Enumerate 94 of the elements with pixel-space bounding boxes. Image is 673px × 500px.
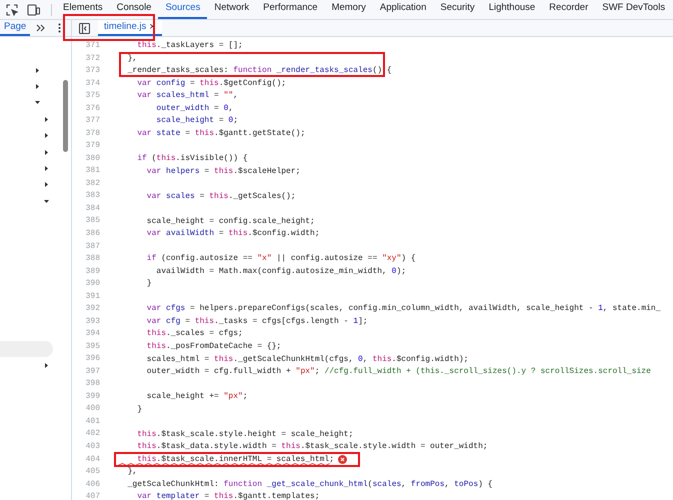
caret-down-icon[interactable]: [35, 100, 40, 106]
error-icon[interactable]: [338, 455, 348, 464]
line-number: 378: [84, 128, 100, 140]
line-number: 379: [84, 140, 100, 152]
panel-tab[interactable]: Security: [433, 0, 482, 19]
inspect-icon[interactable]: [6, 4, 18, 16]
line-number: 377: [84, 115, 100, 128]
caret-right-icon[interactable]: [35, 84, 40, 90]
line-number: 406: [84, 478, 100, 491]
caret-right-icon[interactable]: [44, 182, 49, 188]
line-number: 401: [84, 416, 100, 428]
code-line: availWidth = Math.max(config.autosize_min_width, 0);: [155, 268, 406, 276]
device-icon[interactable]: [27, 4, 40, 16]
code-line: }: [146, 280, 152, 288]
code-line: },: [126, 54, 138, 63]
code-line: var config = this.$getConfig();: [136, 80, 286, 88]
line-number: 403: [84, 441, 100, 453]
code-line: this.$task_scale.innerHTML = scales_html;: [136, 456, 334, 464]
code-line: this._scales = cfgs;: [146, 330, 243, 338]
sidebar-toggle-icon[interactable]: [79, 22, 90, 34]
code-line: var cfgs = helpers.prepareConfigs(scales, config.min_column_width, availWidth, scale_height - 1, state.min_: [146, 305, 661, 314]
line-number: 383: [84, 190, 100, 202]
caret-right-icon[interactable]: [35, 68, 40, 73]
code-line: var helpers = this.$scaleHelper;: [146, 168, 300, 176]
code-line: var cfg = this._tasks = cfgs[cfgs.length - 1];: [146, 318, 368, 326]
line-number: 373: [84, 65, 100, 78]
panel-tab[interactable]: Network: [207, 0, 256, 19]
code-line: var templater = this.$gantt.templates;: [136, 493, 320, 500]
line-number: 397: [84, 366, 100, 378]
code-line: if (config.autosize == "x" || config.autosize == "xy") {: [146, 255, 416, 264]
line-number: 385: [84, 215, 100, 228]
code-line: this.$task_data.style.width = this.$task_scale.style.width = outer_width;: [136, 443, 488, 452]
code-line: var state = this.$gantt.getState();: [136, 130, 306, 138]
caret-right-icon[interactable]: [44, 362, 49, 368]
line-number: 400: [84, 403, 100, 416]
caret-right-icon[interactable]: [44, 166, 49, 172]
line-number: 374: [84, 78, 100, 90]
line-number: 376: [84, 102, 100, 115]
line-number: 375: [84, 90, 100, 102]
line-number: 384: [84, 202, 100, 215]
line-number: 394: [84, 328, 100, 340]
code-line: scale_height = 0;: [155, 117, 238, 126]
caret-down-icon[interactable]: [44, 198, 49, 204]
code-line: this.$task_scale.style.height = scale_height;: [136, 430, 354, 439]
code-line: scales_html = this._getScaleChunkHtml(cfgs, 0, this.$config.width);: [146, 356, 468, 364]
panel-tab[interactable]: Application: [372, 0, 434, 19]
code-line: var scales = this._getScales();: [146, 192, 296, 201]
code-line: this._taskLayers = [];: [136, 42, 243, 50]
line-number: 402: [84, 428, 100, 440]
line-number: 386: [84, 228, 100, 240]
code-line: },: [126, 468, 138, 476]
panel-tab[interactable]: SWF DevTools: [595, 0, 672, 19]
line-number: 405: [84, 466, 100, 478]
code-line: scale_height = config.scale_height;: [146, 218, 315, 226]
line-number: 395: [84, 340, 100, 353]
line-number: 381: [84, 165, 100, 178]
line-number: 389: [84, 266, 100, 278]
line-number: 382: [84, 178, 100, 190]
caret-right-icon[interactable]: [44, 150, 49, 155]
line-number: 380: [84, 152, 100, 165]
line-number: 407: [84, 491, 100, 500]
line-number: 371: [84, 40, 100, 52]
line-number: 393: [84, 316, 100, 328]
line-number: 372: [84, 52, 100, 65]
code-line: var availWidth = this.$config.width;: [146, 230, 320, 238]
panel-tab[interactable]: Console: [110, 0, 158, 19]
panel-tab[interactable]: Performance: [256, 0, 325, 19]
scrollbar-thumb[interactable]: [63, 80, 68, 152]
chevrons-right-icon[interactable]: [36, 24, 46, 32]
panel-tab[interactable]: Recorder: [542, 0, 596, 19]
line-number: 391: [84, 290, 100, 303]
code-line: outer_width = cfg.full_width + "px"; //cfg.full_width + (this._scroll_sizes().y ? scrollSizes.scroll_size: [146, 368, 651, 376]
code-line: _getScaleChunkHtml: function _get_scale_chunk_html(scales, fromPos, toPos) {: [126, 480, 493, 489]
panel-tab[interactable]: Elements: [56, 0, 110, 19]
line-number: 392: [84, 303, 100, 316]
code-line: var scales_html = "",: [136, 92, 238, 100]
line-number: 387: [84, 240, 100, 252]
caret-right-icon[interactable]: [44, 133, 49, 138]
more-options-icon[interactable]: [58, 23, 62, 33]
line-number: 398: [84, 378, 100, 390]
code-line: this._posFromDateCache = {};: [146, 343, 282, 352]
line-number: 390: [84, 278, 100, 290]
code-line: _render_tasks_scales: function _render_tasks_scales() {: [126, 67, 392, 76]
code-line: scale_height += "px";: [146, 393, 248, 402]
line-number: 388: [84, 253, 100, 266]
panel-tab[interactable]: Lighthouse: [482, 0, 542, 19]
code-line: outer_width = 0,: [155, 104, 234, 113]
code-line: if (this.isVisible()) {: [136, 155, 248, 164]
line-number: 396: [84, 353, 100, 366]
caret-right-icon[interactable]: [44, 116, 49, 122]
line-number: 404: [84, 454, 100, 466]
line-number: 399: [84, 390, 100, 403]
code-line: }: [136, 406, 142, 414]
panel-tab[interactable]: Memory: [324, 0, 373, 19]
